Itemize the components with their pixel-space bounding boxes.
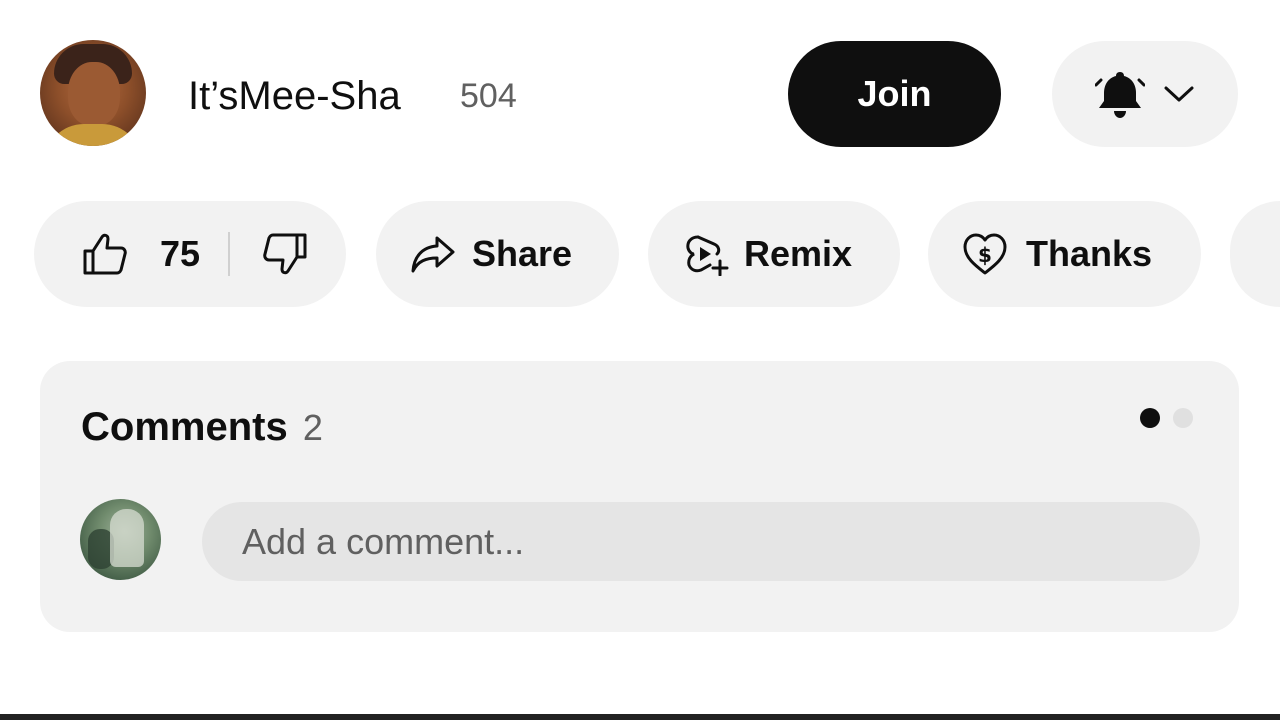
thumbs-down-icon — [262, 232, 308, 276]
channel-avatar[interactable] — [40, 40, 146, 146]
thanks-button[interactable]: $ Thanks — [928, 201, 1201, 307]
like-button[interactable]: 75 — [82, 232, 200, 276]
like-count: 75 — [160, 233, 201, 274]
join-button[interactable]: Join — [788, 41, 1001, 147]
bottom-edge-bar — [0, 714, 1280, 720]
share-button[interactable]: Share — [376, 201, 619, 307]
carousel-dot-inactive[interactable] — [1173, 408, 1193, 428]
heart-dollar-icon: $ — [962, 232, 1008, 276]
share-arrow-icon — [410, 234, 456, 274]
channel-name[interactable]: It’sMee-Sha — [188, 72, 401, 120]
svg-text:$: $ — [978, 243, 992, 267]
notifications-button[interactable] — [1052, 41, 1238, 147]
thumbs-up-icon — [82, 232, 128, 276]
comments-count: 2 — [302, 407, 323, 448]
like-dislike-group: 75 — [34, 201, 346, 307]
share-label: Share — [472, 233, 573, 274]
like-divider — [228, 232, 231, 276]
add-comment-input[interactable] — [202, 502, 1200, 581]
remix-label: Remix — [744, 233, 853, 274]
remix-icon — [684, 232, 730, 276]
join-button-label: Join — [857, 73, 932, 114]
chevron-down-icon — [1163, 84, 1195, 104]
comments-header: Comments 2 — [81, 403, 323, 452]
dislike-button[interactable] — [262, 232, 308, 276]
user-avatar — [80, 499, 161, 580]
bell-icon — [1095, 68, 1145, 120]
remix-button[interactable]: Remix — [648, 201, 900, 307]
comments-panel[interactable]: Comments 2 — [40, 361, 1239, 632]
comments-title: Comments — [81, 405, 288, 449]
subscriber-count: 504 — [460, 77, 517, 115]
carousel-dot-active[interactable] — [1140, 408, 1160, 428]
thanks-label: Thanks — [1026, 233, 1153, 274]
more-actions-button[interactable] — [1230, 201, 1280, 307]
